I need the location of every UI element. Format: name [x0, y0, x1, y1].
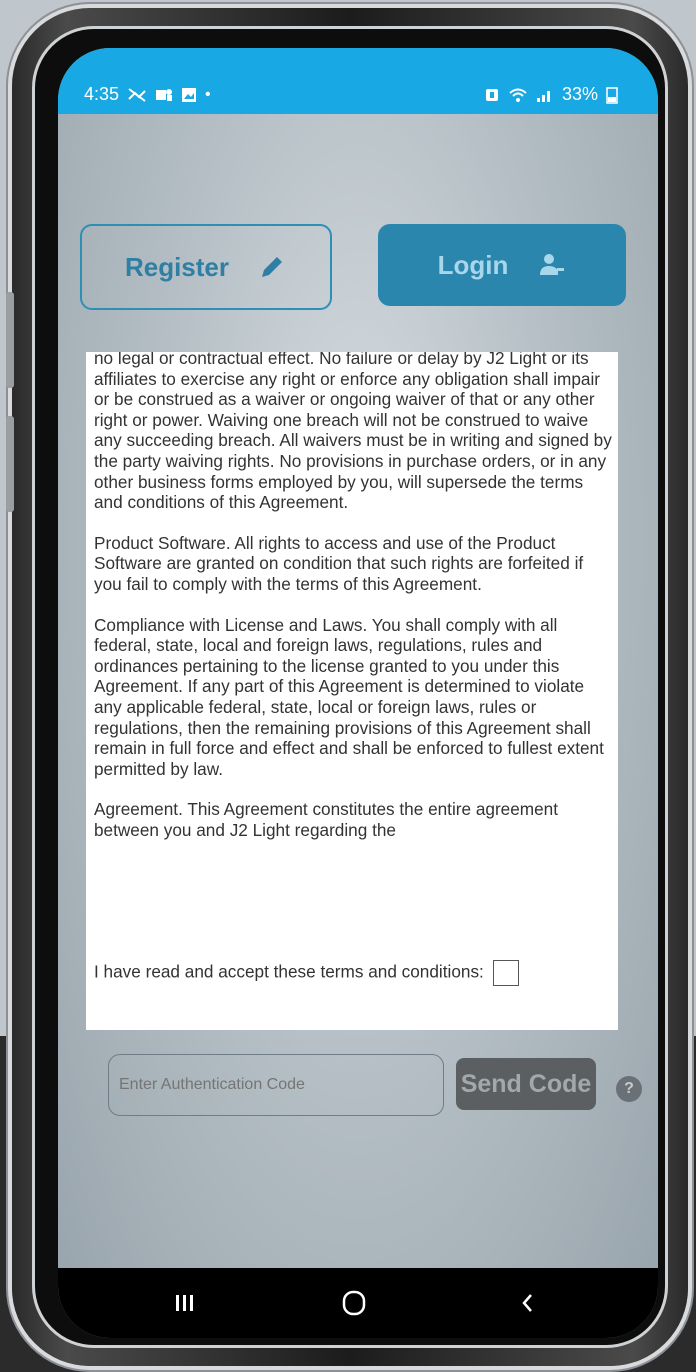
user-icon [540, 254, 565, 275]
navigation-bar [58, 1268, 658, 1338]
auth-code-row: Send Code ? [108, 1054, 648, 1124]
tab-login[interactable]: Login [378, 224, 626, 306]
auth-code-input[interactable] [108, 1054, 444, 1116]
tab-register-label: Register [124, 251, 230, 282]
volume-button [6, 292, 14, 388]
accept-terms-row: I have read and accept these terms and c… [94, 960, 604, 986]
pencil-icon [262, 257, 283, 277]
alarm-icon [485, 88, 498, 101]
battery-level: 33% [561, 84, 598, 104]
accept-terms-label: I have read and accept these terms and c… [94, 961, 484, 982]
terms-paragraph: no legal or contractual effect. No failu… [94, 352, 612, 513]
send-code-button[interactable]: Send Code [456, 1058, 596, 1110]
info-icon[interactable]: ? [616, 1076, 642, 1102]
power-button [6, 416, 14, 512]
back-icon [522, 1294, 532, 1312]
tab-register[interactable]: Register [80, 224, 332, 310]
teams-icon [156, 88, 173, 101]
signal-icon [536, 90, 550, 102]
terms-paragraph: Agreement. This Agreement constitutes th… [94, 799, 559, 840]
tab-login-label: Login [437, 249, 509, 280]
terms-scroll-box[interactable]: no legal or contractual effect. No failu… [86, 352, 618, 1030]
phone-screen: 4:35 • 33% Register Login no legal or co… [58, 48, 658, 1338]
back-button[interactable] [498, 1278, 558, 1328]
recent-apps-icon [176, 1295, 193, 1311]
recent-apps-button[interactable] [154, 1278, 214, 1328]
terms-paragraph: Compliance with License and Laws. You sh… [94, 614, 604, 779]
terms-paragraph: Product Software. All rights to access a… [94, 532, 584, 594]
gallery-icon [182, 87, 197, 102]
home-icon [342, 1290, 366, 1316]
mute-icon [128, 87, 146, 102]
home-button[interactable] [324, 1278, 384, 1328]
accept-terms-checkbox[interactable] [492, 960, 519, 986]
auth-tabs: Register Login [80, 224, 640, 310]
status-time: 4:35 [84, 84, 120, 104]
notification-dot-icon: • [205, 85, 211, 103]
status-left: 4:35 • [84, 84, 211, 105]
status-right: 33% [484, 84, 618, 105]
battery-icon [606, 86, 618, 104]
status-bar: 4:35 • 33% [58, 48, 658, 114]
wifi-icon [509, 88, 527, 102]
